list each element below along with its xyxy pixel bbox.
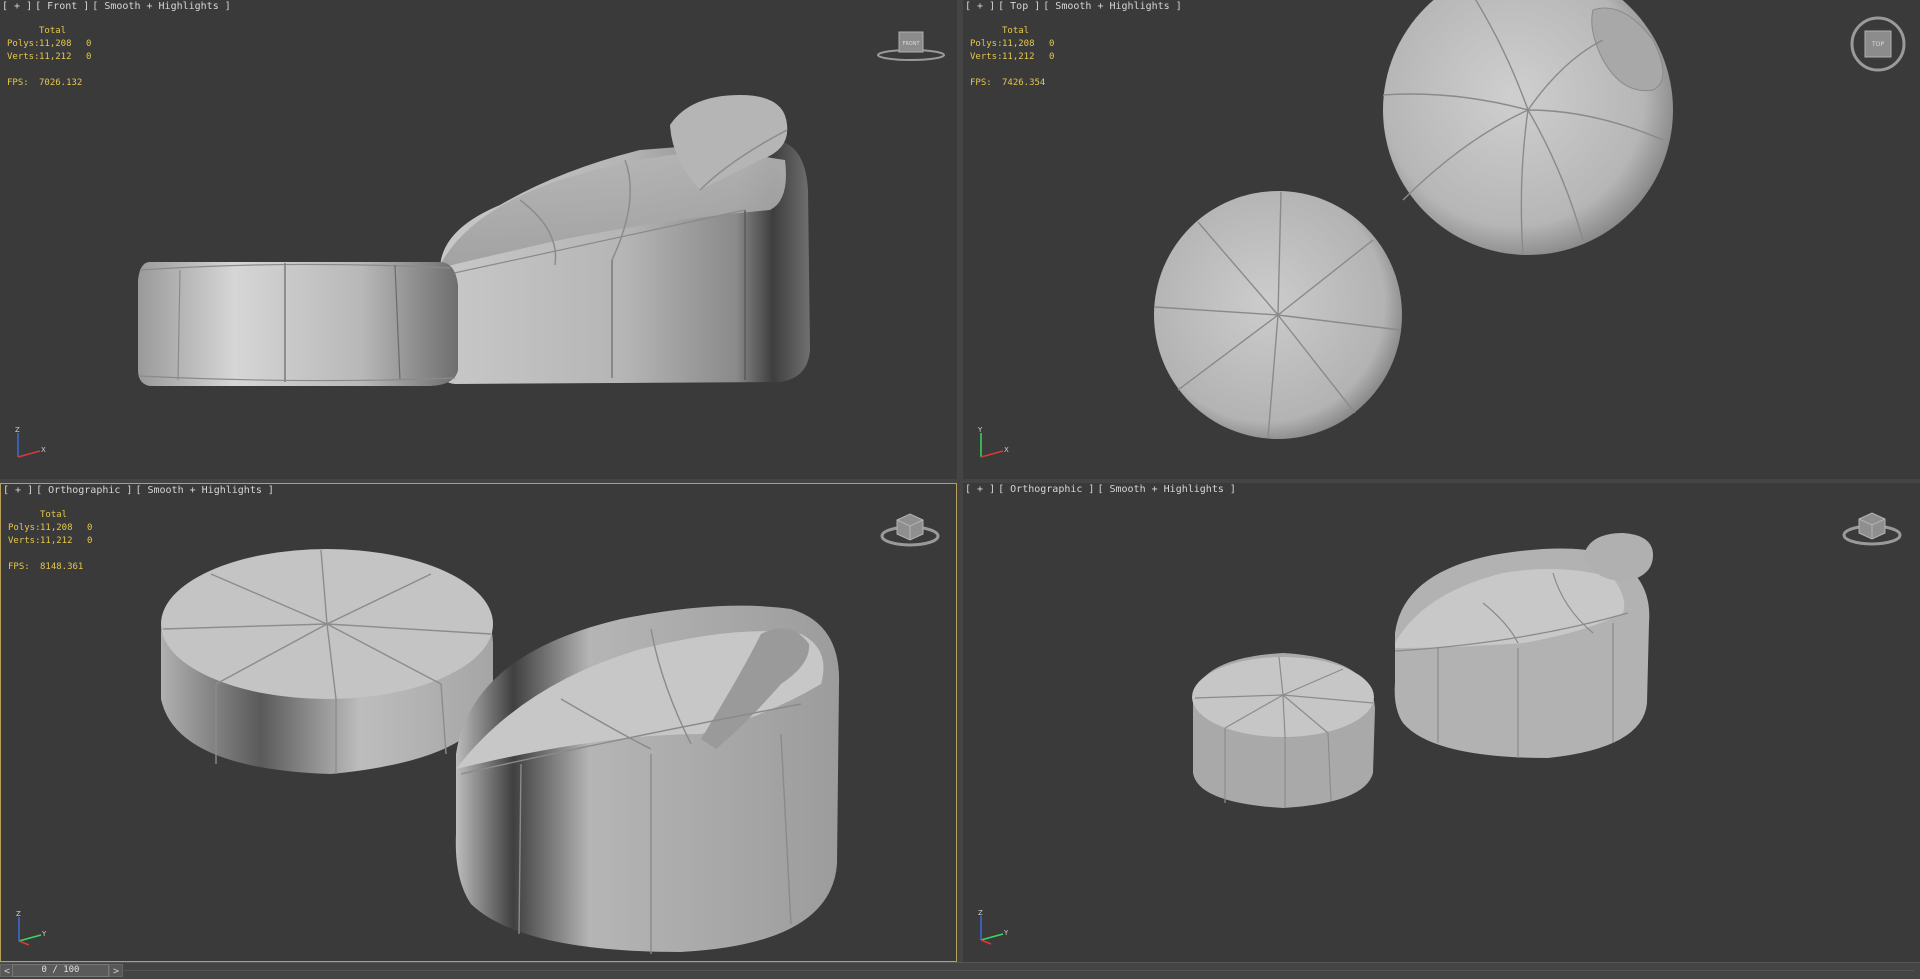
svg-text:TOP: TOP bbox=[1871, 41, 1884, 48]
timeline-track[interactable] bbox=[124, 970, 1914, 971]
viewport-top[interactable]: [ + ][ Top ][ Smooth + Highlights ] Tota… bbox=[963, 0, 1920, 479]
viewport-menu-plus[interactable]: [ + ] bbox=[3, 485, 33, 496]
viewport-label[interactable]: [ + ][ Orthographic ][ Smooth + Highligh… bbox=[3, 485, 277, 497]
viewport-view-menu[interactable]: [ Front ] bbox=[35, 1, 89, 12]
scene-statistics: Total Polys:11,208 0 Verts:11,212 0 FPS: 70… bbox=[7, 26, 92, 88]
svg-text:Z: Z bbox=[16, 910, 21, 918]
viewport-front[interactable]: [ + ][ Front ][ Smooth + Highlights ] To… bbox=[0, 0, 957, 479]
viewcube-top[interactable]: TOP bbox=[1848, 14, 1908, 74]
viewport-orthographic-active[interactable]: [ + ][ Orthographic ][ Smooth + Highligh… bbox=[0, 483, 957, 962]
svg-text:Z: Z bbox=[978, 909, 983, 917]
viewport-label[interactable]: [ + ][ Top ][ Smooth + Highlights ] bbox=[965, 1, 1185, 13]
svg-text:Y: Y bbox=[41, 930, 47, 938]
viewcube-front[interactable]: FRONT bbox=[876, 28, 946, 62]
svg-text:Y: Y bbox=[1003, 929, 1009, 937]
orthographic-scene-2 bbox=[1192, 533, 1653, 808]
svg-text:X: X bbox=[41, 446, 46, 454]
viewport-view-menu[interactable]: [ Orthographic ] bbox=[998, 484, 1094, 495]
viewport-label[interactable]: [ + ][ Front ][ Smooth + Highlights ] bbox=[2, 1, 234, 13]
orthographic-scene-1 bbox=[161, 549, 840, 954]
svg-text:X: X bbox=[1004, 446, 1009, 454]
svg-text:Y: Y bbox=[977, 426, 983, 434]
viewport-shading-menu[interactable]: [ Smooth + Highlights ] bbox=[92, 1, 230, 12]
scene-statistics: Total Polys:11,208 0 Verts:11,212 0 FPS: 74… bbox=[970, 26, 1055, 88]
scene-statistics: Total Polys:11,208 0 Verts:11,212 0 FPS: 81… bbox=[8, 510, 93, 572]
axis-tripod: Z Y bbox=[978, 909, 1009, 945]
max-viewport-layout: [ + ][ Front ][ Smooth + Highlights ] To… bbox=[0, 0, 1920, 979]
viewport-view-menu[interactable]: [ Orthographic ] bbox=[36, 485, 132, 496]
front-scene bbox=[138, 95, 810, 386]
viewcube-orthographic-2[interactable] bbox=[1841, 507, 1903, 547]
axis-tripod: Y X bbox=[977, 426, 1009, 458]
svg-text:Z: Z bbox=[15, 426, 20, 434]
time-slider-bar: < 0 / 100 > bbox=[0, 962, 1920, 979]
viewport-orthographic-2[interactable]: [ + ][ Orthographic ][ Smooth + Highligh… bbox=[963, 483, 1920, 962]
viewport-shading-menu[interactable]: [ Smooth + Highlights ] bbox=[135, 485, 273, 496]
top-scene bbox=[1154, 0, 1673, 439]
axis-tripod: Z X bbox=[15, 426, 46, 458]
viewport-menu-plus[interactable]: [ + ] bbox=[965, 484, 995, 495]
viewport-shading-menu[interactable]: [ Smooth + Highlights ] bbox=[1097, 484, 1235, 495]
viewport-view-menu[interactable]: [ Top ] bbox=[998, 1, 1040, 12]
viewport-label[interactable]: [ + ][ Orthographic ][ Smooth + Highligh… bbox=[965, 484, 1239, 496]
viewcube-orthographic[interactable] bbox=[879, 508, 941, 548]
next-frame-button[interactable]: > bbox=[109, 964, 123, 977]
viewport-menu-plus[interactable]: [ + ] bbox=[965, 1, 995, 12]
axis-tripod: Z Y bbox=[16, 910, 47, 946]
viewport-shading-menu[interactable]: [ Smooth + Highlights ] bbox=[1043, 1, 1181, 12]
time-slider[interactable]: 0 / 100 bbox=[12, 964, 109, 977]
svg-text:FRONT: FRONT bbox=[902, 41, 920, 47]
viewport-menu-plus[interactable]: [ + ] bbox=[2, 1, 32, 12]
